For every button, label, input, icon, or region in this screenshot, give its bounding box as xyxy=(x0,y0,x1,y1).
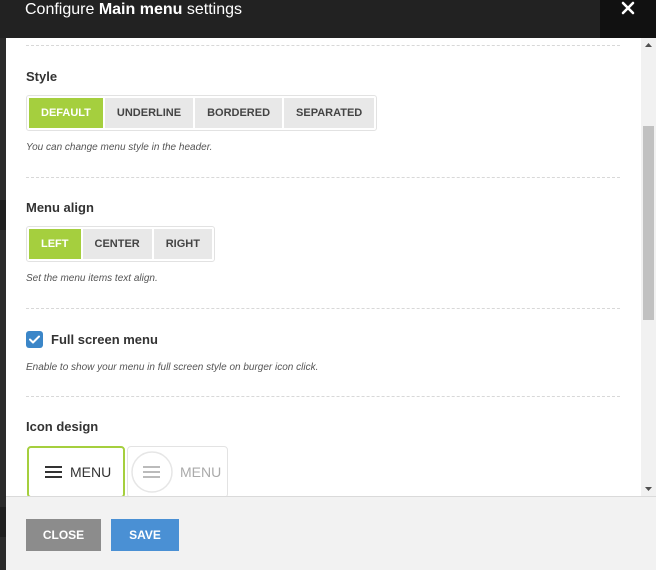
dialog-header: Configure Main menu settings xyxy=(0,0,656,38)
icon-design-option-1[interactable]: MENU xyxy=(27,446,125,496)
scroll-down-arrow[interactable] xyxy=(641,482,656,496)
scroll-up-arrow[interactable] xyxy=(641,38,656,52)
menu-align-label: Menu align xyxy=(26,200,94,215)
style-option-bordered[interactable]: BORDERED xyxy=(195,98,283,128)
align-option-center[interactable]: CENTER xyxy=(82,229,152,259)
scroll-thumb[interactable] xyxy=(643,126,654,320)
section-divider xyxy=(26,45,620,46)
save-button[interactable]: SAVE xyxy=(111,519,179,551)
icon-option-text: MENU xyxy=(180,464,222,480)
triangle-down-icon xyxy=(645,487,652,491)
icon-option-text: MENU xyxy=(70,464,112,480)
triangle-up-icon xyxy=(645,43,652,47)
dialog-title: Configure Main menu settings xyxy=(25,1,242,18)
section-divider xyxy=(26,177,620,178)
section-divider xyxy=(26,396,620,397)
close-button[interactable]: CLOSE xyxy=(26,519,101,551)
style-label: Style xyxy=(26,69,58,84)
style-button-group: DEFAULT UNDERLINE BORDERED SEPARATED xyxy=(26,95,378,131)
style-option-default[interactable]: DEFAULT xyxy=(29,98,103,128)
dialog-footer: CLOSE SAVE xyxy=(6,496,656,570)
full-screen-label[interactable]: Full screen menu xyxy=(51,332,158,347)
style-option-underline[interactable]: UNDERLINE xyxy=(104,98,194,128)
scrollbar[interactable] xyxy=(641,38,656,496)
icon-design-label: Icon design xyxy=(26,419,99,434)
section-divider xyxy=(26,308,620,309)
style-option-separated[interactable]: SEPARATED xyxy=(284,98,375,128)
close-icon xyxy=(621,1,635,15)
menu-align-hint: Set the menu items text align. xyxy=(26,273,158,284)
checkmark-icon xyxy=(29,335,40,344)
align-option-right[interactable]: RIGHT xyxy=(153,229,212,259)
full-screen-hint: Enable to show your menu in full screen … xyxy=(26,362,319,373)
menu-align-button-group: LEFT CENTER RIGHT xyxy=(26,226,215,262)
hamburger-icon xyxy=(45,466,62,478)
icon-design-option-2[interactable]: MENU xyxy=(127,446,228,496)
dialog-body[interactable]: Style DEFAULT UNDERLINE BORDERED SEPARAT… xyxy=(6,38,641,496)
full-screen-checkbox[interactable] xyxy=(26,331,43,348)
align-option-left[interactable]: LEFT xyxy=(29,229,81,259)
circle-hamburger-icon xyxy=(131,451,173,493)
close-dialog-button[interactable] xyxy=(600,0,656,38)
style-hint: You can change menu style in the header. xyxy=(26,142,213,153)
